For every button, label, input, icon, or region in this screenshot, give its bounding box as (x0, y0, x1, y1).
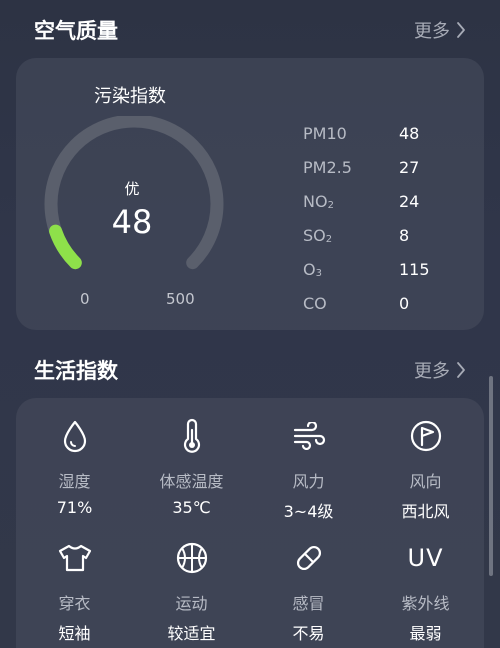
life-item-uv[interactable]: UV 紫外线 最弱 (367, 538, 484, 648)
life-item-wind-force[interactable]: 风力 3~4级 (250, 416, 367, 538)
wind-icon (293, 422, 325, 450)
life-item-feels-like[interactable]: 体感温度 35℃ (133, 416, 250, 538)
gauge-level: 优 (124, 180, 140, 198)
pollutant-name: SO2 (303, 225, 333, 245)
chevron-right-icon (457, 362, 465, 378)
pollutant-name: PM2.5 (303, 157, 352, 177)
droplet-icon (63, 420, 86, 453)
pollutant-row-co: CO 0 (303, 286, 473, 320)
gauge-title: 污染指数 (94, 86, 166, 107)
life-item-value: 较适宜 (167, 624, 216, 643)
pollutant-value: 8 (399, 225, 410, 245)
life-item-value: 71% (56, 498, 93, 517)
air-quality-header: 空气质量 更多 (34, 14, 466, 46)
scrollbar[interactable] (489, 376, 493, 576)
pollutant-row-so2: SO2 8 (303, 218, 473, 252)
uv-icon: UV (407, 544, 444, 572)
thermometer-icon (183, 418, 200, 453)
gauge-min-label: 0 (80, 290, 90, 308)
life-item-cold[interactable]: 感冒 不易 (250, 538, 367, 648)
life-index-card: 湿度 71% 体感温度 35℃ 风力 3~4级 风向 西北风 穿衣 短袖 运动 … (16, 398, 484, 648)
life-item-wind-direction[interactable]: 风向 西北风 (367, 416, 484, 538)
pollutant-name: O3 (303, 259, 322, 279)
life-item-label: 穿衣 (58, 594, 91, 613)
pollutant-row-o3: O3 115 (303, 252, 473, 286)
basketball-icon (176, 542, 207, 574)
pollutant-row-pm25: PM2.5 27 (303, 150, 473, 184)
air-quality-card[interactable]: 污染指数 优 48 0 500 PM10 48 PM2.5 27 NO2 24 … (16, 58, 484, 330)
life-item-value: 最弱 (409, 624, 442, 643)
life-index-more-link[interactable]: 更多 (414, 357, 466, 383)
life-index-grid: 湿度 71% 体感温度 35℃ 风力 3~4级 风向 西北风 穿衣 短袖 运动 … (16, 416, 484, 648)
life-item-sport[interactable]: 运动 较适宜 (133, 538, 250, 648)
life-item-label: 运动 (175, 594, 208, 613)
air-quality-more-link[interactable]: 更多 (414, 17, 466, 43)
pollutant-value: 0 (399, 293, 410, 313)
wind-direction-icon (410, 420, 441, 452)
life-item-value: 35℃ (172, 498, 211, 517)
life-item-label: 湿度 (58, 472, 91, 491)
tshirt-icon (58, 544, 91, 572)
pollutant-value: 27 (399, 157, 420, 177)
life-item-value: 西北风 (401, 502, 450, 521)
life-item-value: 3~4级 (283, 502, 334, 521)
life-item-label: 体感温度 (159, 472, 224, 491)
aqi-gauge (44, 116, 224, 270)
pollutant-value: 48 (399, 123, 420, 143)
pollutant-value: 24 (399, 191, 420, 211)
life-item-label: 风向 (409, 472, 442, 491)
life-item-label: 紫外线 (401, 594, 450, 613)
more-label: 更多 (414, 21, 450, 42)
life-index-header: 生活指数 更多 (34, 354, 466, 386)
life-item-humidity[interactable]: 湿度 71% (16, 416, 133, 538)
life-item-clothing[interactable]: 穿衣 短袖 (16, 538, 133, 648)
gauge-max-label: 500 (166, 290, 195, 308)
chevron-right-icon (457, 22, 465, 38)
life-item-label: 风力 (292, 472, 325, 491)
pollutant-row-pm10: PM10 48 (303, 116, 473, 150)
life-item-value: 短袖 (58, 624, 91, 643)
more-label: 更多 (414, 361, 450, 382)
pollutant-name: NO2 (303, 191, 334, 211)
pollutant-name: PM10 (303, 123, 347, 143)
pollutant-row-no2: NO2 24 (303, 184, 473, 218)
life-index-title: 生活指数 (34, 359, 118, 383)
air-quality-title: 空气质量 (34, 19, 118, 43)
life-item-label: 感冒 (292, 594, 325, 613)
pollutant-name: CO (303, 293, 327, 313)
pill-icon (296, 545, 321, 571)
pollutant-value: 115 (399, 259, 430, 279)
life-item-value: 不易 (292, 624, 325, 643)
gauge-value: 48 (111, 203, 153, 241)
gauge-fill (49, 224, 82, 270)
pollutant-list: PM10 48 PM2.5 27 NO2 24 SO2 8 O3 115 CO … (303, 116, 473, 320)
